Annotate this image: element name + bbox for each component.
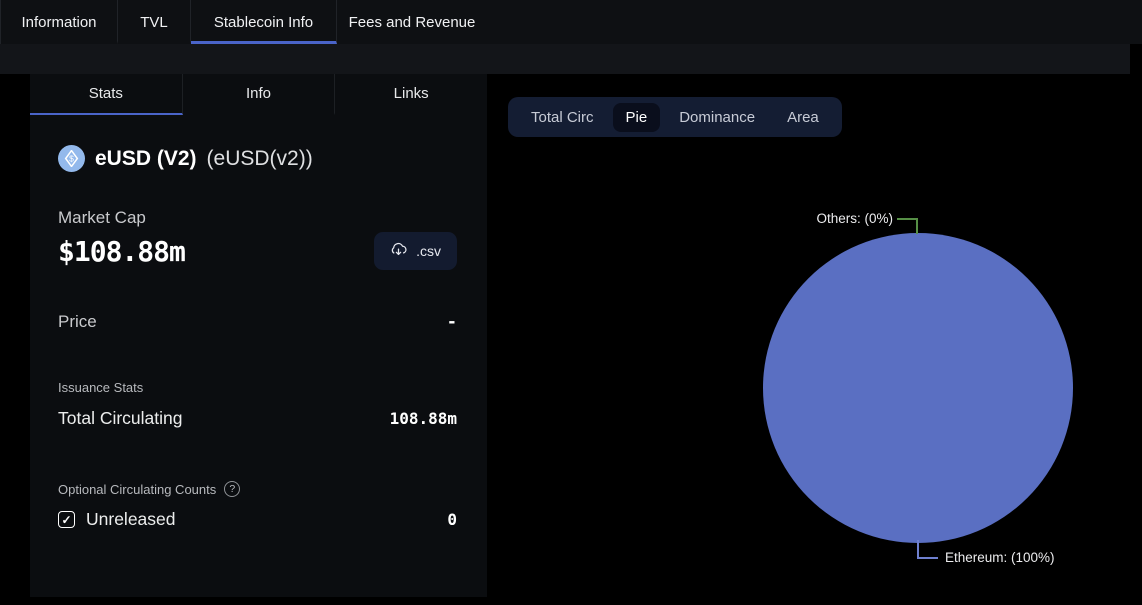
tab-label: Stats xyxy=(89,85,123,102)
unreleased-value: 0 xyxy=(447,510,457,529)
tab-stats[interactable]: Stats xyxy=(30,74,183,115)
top-tab-fees-and-revenue[interactable]: Fees and Revenue xyxy=(337,0,487,44)
panel-tab-bar: Stats Info Links xyxy=(30,74,487,115)
others-connector-line xyxy=(897,218,918,220)
unreleased-checkbox[interactable]: ✓ xyxy=(58,511,75,528)
top-tab-label: TVL xyxy=(140,14,168,31)
price-value: - xyxy=(447,312,457,332)
stats-content: $ eUSD (V2) (eUSD(v2)) Market Cap $108.8… xyxy=(30,145,487,530)
ethereum-connector-line xyxy=(917,557,938,559)
svg-text:$: $ xyxy=(69,154,74,164)
question-mark-icon[interactable]: ? xyxy=(224,481,240,497)
top-tab-label: Fees and Revenue xyxy=(349,14,476,31)
tab-label: Info xyxy=(246,85,271,102)
price-row: Price - xyxy=(58,312,457,332)
page-background-strip xyxy=(0,44,1130,74)
cloud-download-icon xyxy=(390,242,407,260)
unreleased-toggle[interactable]: ✓ Unreleased xyxy=(58,509,176,530)
stablecoin-dashboard: Information TVL Stablecoin Info Fees and… xyxy=(0,0,1142,605)
tab-links[interactable]: Links xyxy=(335,74,487,115)
pie-label-others: Others: (0%) xyxy=(816,211,893,226)
total-circulating-row: Total Circulating 108.88m xyxy=(58,408,457,429)
chart-tab-label: Total Circ xyxy=(531,109,594,126)
tab-label: Links xyxy=(394,85,429,102)
total-circulating-value: 108.88m xyxy=(390,409,457,428)
stablecoin-stats-panel: Stats Info Links $ eUSD (V2) (eUSD(v2)) … xyxy=(30,74,487,597)
optional-circulating-header: Optional Circulating Counts ? xyxy=(58,481,457,497)
chart-tab-label: Dominance xyxy=(679,109,755,126)
top-tab-stablecoin-info[interactable]: Stablecoin Info xyxy=(191,0,337,44)
chart-tab-dominance[interactable]: Dominance xyxy=(666,103,768,132)
chart-tab-area[interactable]: Area xyxy=(774,103,832,132)
top-tab-label: Information xyxy=(21,14,96,31)
chart-panel: Total Circ Pie Dominance Area Others: (0… xyxy=(487,74,1142,605)
market-cap-label: Market Cap xyxy=(58,208,457,228)
market-cap-value: $108.88m xyxy=(58,235,185,268)
download-csv-button[interactable]: .csv xyxy=(374,232,457,270)
pie-label-ethereum: Ethereum: (100%) xyxy=(945,550,1055,565)
optional-circulating-label: Optional Circulating Counts xyxy=(58,482,216,497)
csv-button-label: .csv xyxy=(416,243,441,259)
market-cap-row: $108.88m .csv xyxy=(58,232,457,270)
price-label: Price xyxy=(58,312,97,332)
unreleased-label: Unreleased xyxy=(86,509,176,530)
top-tab-information[interactable]: Information xyxy=(1,0,118,44)
tab-info[interactable]: Info xyxy=(183,74,336,115)
others-connector-line xyxy=(916,218,918,234)
chart-tab-total-circ[interactable]: Total Circ xyxy=(518,103,607,132)
chart-tab-label: Pie xyxy=(626,109,648,126)
pie-slice-ethereum[interactable] xyxy=(763,233,1073,543)
total-circulating-label: Total Circulating xyxy=(58,408,183,429)
chart-tab-pie[interactable]: Pie xyxy=(613,103,661,132)
coin-symbol: (eUSD(v2)) xyxy=(207,147,313,171)
dollar-coin-icon: $ xyxy=(58,145,85,172)
unreleased-row: ✓ Unreleased 0 xyxy=(58,509,457,530)
chart-tab-label: Area xyxy=(787,109,819,126)
chart-type-switcher: Total Circ Pie Dominance Area xyxy=(508,97,842,137)
issuance-stats-label: Issuance Stats xyxy=(58,380,457,395)
coin-name: eUSD (V2) xyxy=(95,147,197,171)
top-tab-tvl[interactable]: TVL xyxy=(118,0,191,44)
top-tab-label: Stablecoin Info xyxy=(214,14,313,31)
top-nav: Information TVL Stablecoin Info Fees and… xyxy=(0,0,1142,44)
coin-header: $ eUSD (V2) (eUSD(v2)) xyxy=(58,145,457,172)
